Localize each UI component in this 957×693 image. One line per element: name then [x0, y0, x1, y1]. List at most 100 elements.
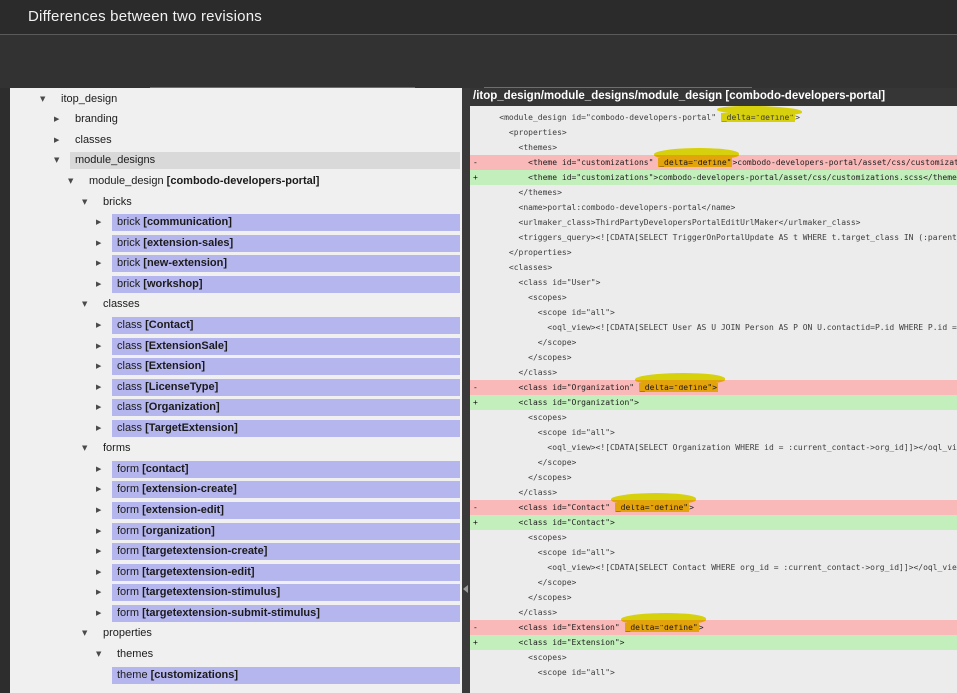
collapse-panel-arrow-icon[interactable] [463, 585, 468, 593]
collapse-arrow-icon[interactable]: ▼ [96, 651, 112, 658]
diff-line: </scope> [470, 335, 957, 350]
tree-node-branding[interactable]: ▶branding [10, 110, 462, 131]
expand-arrow-icon[interactable]: ▶ [96, 466, 112, 473]
tree-node-classes[interactable]: ▶classes [10, 130, 462, 151]
delta-highlight-marker: _delta="define" [658, 158, 732, 167]
tree-node-form-contact[interactable]: ▶form [contact] [10, 459, 462, 480]
diff-line: <scope id="all"> [470, 545, 957, 560]
expand-arrow-icon[interactable]: ▶ [96, 363, 112, 370]
xml-code: <module_design id="combodo-developers-po… [480, 113, 800, 122]
tree-node-itop_design[interactable]: ▼itop_design [10, 89, 462, 110]
tree-node-themes[interactable]: ▼themes [10, 644, 462, 665]
tree-node-form-targetextension-submit-stimulus[interactable]: ▶form [targetextension-submit-stimulus] [10, 603, 462, 624]
expand-arrow-icon[interactable]: ▶ [96, 589, 112, 596]
tree-node-class-licensetype[interactable]: ▶class [LicenseType] [10, 377, 462, 398]
xml-code: <scopes> [480, 293, 567, 302]
delta-highlight-marker: _delta="define"> [639, 383, 718, 392]
xml-code: <class id="Contact" _delta="define"> [480, 503, 694, 512]
expand-arrow-icon[interactable]: ▶ [96, 610, 112, 617]
expand-arrow-icon[interactable]: ▶ [96, 281, 112, 288]
tree-node-bricks[interactable]: ▼bricks [10, 192, 462, 213]
panel-splitter[interactable] [462, 88, 470, 693]
collapse-arrow-icon[interactable]: ▼ [82, 199, 98, 206]
expand-arrow-icon[interactable]: ▶ [96, 486, 112, 493]
expand-arrow-icon[interactable]: ▶ [96, 569, 112, 576]
diff-line: </scopes> [470, 470, 957, 485]
expand-arrow-icon[interactable]: ▶ [96, 384, 112, 391]
tree-node-class-extension[interactable]: ▶class [Extension] [10, 356, 462, 377]
tree-node-label: itop_design [56, 91, 460, 108]
tree-node-form-targetextension-create[interactable]: ▶form [targetextension-create] [10, 541, 462, 562]
xml-code: <name>portal:combodo-developers-portal</… [480, 203, 735, 212]
expand-arrow-icon[interactable]: ▶ [96, 219, 112, 226]
diff-line-removed: - <class id="Extension" _delta="define"> [470, 620, 957, 635]
diff-line: <scope id="all"> [470, 425, 957, 440]
collapse-arrow-icon[interactable]: ▼ [82, 445, 98, 452]
diff-line: </scopes> [470, 350, 957, 365]
tree-node-brick-communication[interactable]: ▶brick [communication] [10, 212, 462, 233]
tree-node-brick-new-extension[interactable]: ▶brick [new-extension] [10, 254, 462, 275]
tree-node-form-extension-create[interactable]: ▶form [extension-create] [10, 480, 462, 501]
tree-node-class-extensionsale[interactable]: ▶class [ExtensionSale] [10, 336, 462, 357]
collapse-arrow-icon[interactable]: ▼ [82, 301, 98, 308]
expand-arrow-icon[interactable]: ▶ [96, 404, 112, 411]
expand-arrow-icon[interactable]: ▶ [54, 137, 70, 144]
tree-node-module_design-combodo-developers-portal[interactable]: ▼module_design [combodo-developers-porta… [10, 171, 462, 192]
tree-node-form-organization[interactable]: ▶form [organization] [10, 521, 462, 542]
tree-node-label: module_designs [70, 152, 460, 169]
expand-arrow-icon[interactable]: ▶ [96, 240, 112, 247]
diff-line: <oql_view><![CDATA[SELECT User AS U JOIN… [470, 320, 957, 335]
removed-line-marker: - [473, 380, 478, 395]
tree-node-label: bricks [98, 194, 460, 211]
delta-highlight-marker: _delta="define" [615, 503, 689, 512]
expand-arrow-icon[interactable]: ▶ [96, 528, 112, 535]
tree-node-label: form [organization] [112, 523, 460, 540]
xml-code: <urlmaker_class>ThirdPartyDevelopersPort… [480, 218, 861, 227]
expand-arrow-icon[interactable]: ▶ [96, 507, 112, 514]
tree-node-label: brick [extension-sales] [112, 235, 460, 252]
tree-node-classes[interactable]: ▼classes [10, 295, 462, 316]
diff-line: <triggers_query><![CDATA[SELECT TriggerO… [470, 230, 957, 245]
tree-node-label: class [TargetExtension] [112, 420, 460, 437]
tree-node-label: class [Organization] [112, 399, 460, 416]
tree-node-label: brick [new-extension] [112, 255, 460, 272]
tree-node-class-contact[interactable]: ▶class [Contact] [10, 315, 462, 336]
tree-node-forms[interactable]: ▼forms [10, 439, 462, 460]
collapse-arrow-icon[interactable]: ▼ [68, 178, 84, 185]
tree-node-class-organization[interactable]: ▶class [Organization] [10, 397, 462, 418]
tree-node-brick-extension-sales[interactable]: ▶brick [extension-sales] [10, 233, 462, 254]
tree-node-label: theme [customizations] [112, 667, 460, 684]
xml-code: </class> [480, 368, 557, 377]
tree-node-module_designs[interactable]: ▼module_designs [10, 151, 462, 172]
xml-code: </scope> [480, 578, 576, 587]
tree-node-label: class [ExtensionSale] [112, 338, 460, 355]
tree-node-form-extension-edit[interactable]: ▶form [extension-edit] [10, 500, 462, 521]
expand-arrow-icon[interactable]: ▶ [96, 260, 112, 267]
expand-arrow-icon[interactable]: ▶ [96, 343, 112, 350]
tree-node-brick-workshop[interactable]: ▶brick [workshop] [10, 274, 462, 295]
diff-line-added: + <theme id="customizations">combodo-dev… [470, 170, 957, 185]
tree-node-form-targetextension-edit[interactable]: ▶form [targetextension-edit] [10, 562, 462, 583]
expand-arrow-icon[interactable]: ▶ [96, 425, 112, 432]
tree-node-form-targetextension-stimulus[interactable]: ▶form [targetextension-stimulus] [10, 583, 462, 604]
diff-line: </themes> [470, 185, 957, 200]
tree-node-properties[interactable]: ▼properties [10, 624, 462, 645]
xml-code: <theme id="customizations" _delta="defin… [480, 158, 957, 167]
diff-line-added: + <class id="Extension"> [470, 635, 957, 650]
collapse-arrow-icon[interactable]: ▼ [82, 630, 98, 637]
added-line-marker: + [473, 515, 478, 530]
collapse-arrow-icon[interactable]: ▼ [54, 157, 70, 164]
diff-line: </class> [470, 485, 957, 500]
diff-line: <scope id="all"> [470, 305, 957, 320]
xml-code: <triggers_query><![CDATA[SELECT TriggerO… [480, 233, 957, 242]
collapse-arrow-icon[interactable]: ▼ [40, 96, 56, 103]
xml-code: </scope> [480, 338, 576, 347]
tree-node-class-targetextension[interactable]: ▶class [TargetExtension] [10, 418, 462, 439]
xml-code: <class id="Contact"> [480, 518, 615, 527]
xml-code: <scopes> [480, 413, 567, 422]
expand-arrow-icon[interactable]: ▶ [54, 116, 70, 123]
expand-arrow-icon[interactable]: ▶ [96, 322, 112, 329]
expand-arrow-icon[interactable]: ▶ [96, 548, 112, 555]
tree-node-theme-customizations[interactable]: theme [customizations] [10, 665, 462, 686]
tree-node-label: branding [70, 111, 460, 128]
